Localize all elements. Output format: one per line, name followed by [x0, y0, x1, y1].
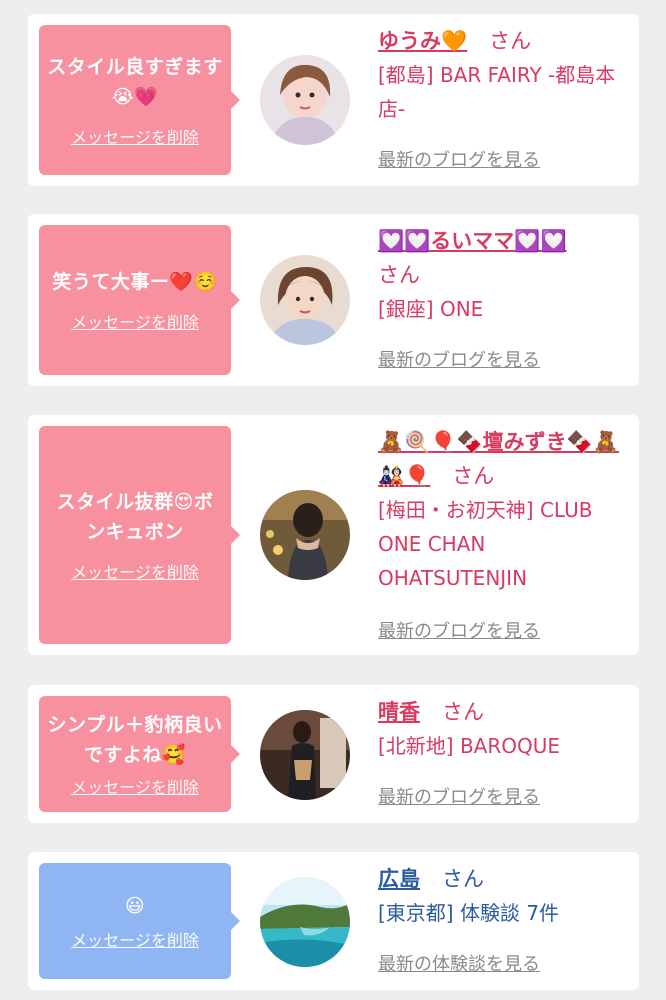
message-bubble: シンプル＋豹柄良いですよね🥰 メッセージを削除 [39, 696, 240, 812]
honorific-line: さん [378, 258, 625, 292]
latest-blog-link[interactable]: 最新のブログを見る [378, 346, 540, 372]
message-text: スタイル抜群😍ボンキュボン [56, 491, 214, 543]
cast-info: ゆうみ🧡 さん [都島] BAR FAIRY -都島本店- [378, 24, 625, 126]
message-text: スタイル良すぎます😭💗 [47, 56, 223, 108]
message-text: 笑うて大事ー❤️☺️ [52, 271, 218, 293]
review-count: [東京都] 体験談 7件 [378, 901, 560, 925]
message-card: スタイル抜群😍ボンキュボン メッセージを削除 🧸🍭🎈🍫壇みずき🍫🧸🎎🎈 さん [梅… [28, 415, 639, 655]
cast-name-line: ゆうみ🧡 さん [378, 24, 625, 58]
message-card: 笑うて大事ー❤️☺️ メッセージを削除 💟💟るいママ💟💟 さん [銀座] ONE… [28, 214, 639, 386]
cast-info: 💟💟るいママ💟💟 さん [銀座] ONE [378, 224, 625, 326]
user-info: 広島 さん [東京都] 体験談 7件 [378, 862, 625, 930]
delete-message-link[interactable]: メッセージを削除 [71, 774, 199, 798]
message-bubble: 😃 メッセージを削除 [39, 863, 240, 979]
message-bubble: スタイル抜群😍ボンキュボン メッセージを削除 [39, 426, 240, 644]
shop-name: [北新地] BAROQUE [378, 734, 561, 758]
honorific: さん [442, 700, 484, 724]
cast-name-line: 🧸🍭🎈🍫壇みずき🍫🧸🎎🎈 さん [378, 425, 623, 493]
latest-blog-link[interactable]: 最新のブログを見る [378, 617, 540, 643]
honorific: さん [489, 29, 532, 53]
avatar[interactable] [260, 55, 350, 145]
shop-name: [銀座] ONE [378, 297, 484, 321]
honorific: さん [442, 867, 484, 891]
delete-message-link[interactable]: メッセージを削除 [71, 927, 199, 951]
honorific: さん [378, 263, 420, 287]
honorific: さん [452, 464, 495, 488]
shop-name: [梅田・お初天神] CLUB ONE CHAN OHATSUTENJIN [378, 498, 593, 590]
latest-blog-link[interactable]: 最新のブログを見る [378, 783, 540, 809]
delete-message-link[interactable]: メッセージを削除 [71, 559, 199, 583]
cast-name-line: 💟💟るいママ💟💟 [378, 224, 625, 258]
user-name-link[interactable]: 広島 [378, 867, 420, 891]
avatar[interactable] [260, 490, 350, 580]
shop-name: [都島] BAR FAIRY -都島本店- [378, 63, 616, 121]
message-card: スタイル良すぎます😭💗 メッセージを削除 ゆうみ🧡 さん [都島] BAR FAI… [28, 14, 639, 186]
user-name-line: 広島 さん [378, 862, 625, 896]
delete-message-link[interactable]: メッセージを削除 [71, 124, 199, 148]
avatar[interactable] [260, 255, 350, 345]
avatar[interactable] [260, 710, 350, 800]
cast-name-line: 晴香 さん [378, 695, 625, 729]
cast-name-link[interactable]: ゆうみ🧡 [378, 29, 467, 53]
cast-info: 🧸🍭🎈🍫壇みずき🍫🧸🎎🎈 さん [梅田・お初天神] CLUB ONE CHAN O… [378, 425, 625, 595]
message-bubble: スタイル良すぎます😭💗 メッセージを削除 [39, 25, 240, 175]
latest-review-link[interactable]: 最新の体験談を見る [378, 950, 540, 976]
message-card: 😃 メッセージを削除 広島 さん [東京都] 体験談 7件 最新の体験談を見る [28, 852, 639, 990]
avatar[interactable] [260, 877, 350, 967]
cast-name-link[interactable]: 晴香 [378, 700, 420, 724]
delete-message-link[interactable]: メッセージを削除 [71, 309, 199, 333]
message-bubble: 笑うて大事ー❤️☺️ メッセージを削除 [39, 225, 240, 375]
message-card: シンプル＋豹柄良いですよね🥰 メッセージを削除 晴香 さん [北新地] BAROQ… [28, 685, 639, 823]
message-text: シンプル＋豹柄良いですよね🥰 [47, 714, 223, 766]
latest-blog-link[interactable]: 最新のブログを見る [378, 146, 540, 172]
cast-info: 晴香 さん [北新地] BAROQUE [378, 695, 625, 763]
cast-name-link[interactable]: 💟💟るいママ💟💟 [378, 229, 567, 253]
cast-name-link[interactable]: 🧸🍭🎈🍫壇みずき🍫🧸🎎🎈 [378, 430, 619, 488]
message-text: 😃 [124, 895, 146, 917]
